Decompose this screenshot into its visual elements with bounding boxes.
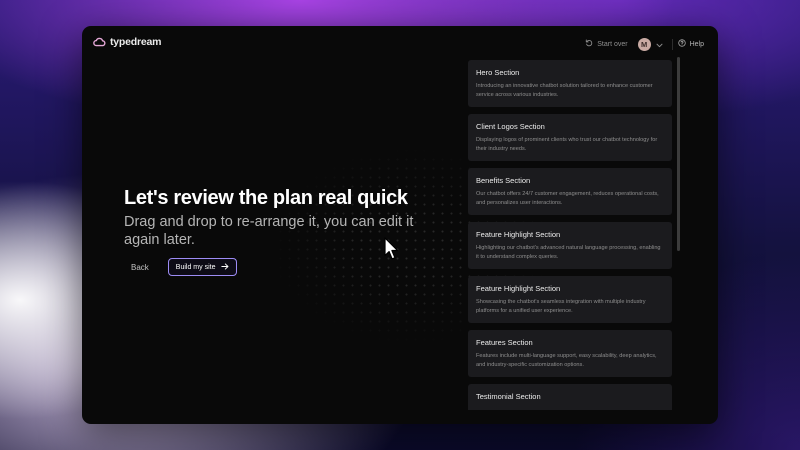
section-card-description: Displaying logos of prominent clients wh… [476, 137, 658, 152]
rotate-ccw-icon [585, 39, 593, 49]
start-over-label: Start over [597, 40, 628, 48]
section-card-title: Feature Highlight Section [476, 284, 561, 293]
page-title: Let's review the plan real quick [124, 187, 408, 209]
section-card-title: Feature Highlight Section [476, 230, 561, 239]
top-bar-actions: Start over M Help [585, 36, 704, 52]
section-card-title: Benefits Section [476, 176, 531, 185]
arrow-right-icon [221, 262, 229, 272]
section-card-title: Client Logos Section [476, 122, 545, 131]
section-card[interactable]: Testimonial Section [468, 384, 672, 410]
back-button[interactable]: Back [131, 263, 149, 272]
section-card[interactable]: Feature Highlight Section Showcasing the… [468, 276, 672, 323]
section-card-description: Our chatbot offers 24/7 customer engagem… [476, 191, 659, 206]
section-card-description: Highlighting our chatbot's advanced natu… [476, 245, 661, 260]
section-card-description: Features include multi-language support,… [476, 353, 657, 368]
section-card[interactable]: Benefits Section Our chatbot offers 24/7… [468, 168, 672, 215]
brand-name: typedream [110, 36, 162, 48]
page-subtitle: Drag and drop to re-arrange it, you can … [124, 214, 414, 248]
section-card-description: Showcasing the chatbot's seamless integr… [476, 299, 646, 314]
section-card-title: Hero Section [476, 68, 520, 77]
account-menu[interactable]: M [637, 35, 663, 53]
build-my-site-button[interactable]: Build my site [167, 258, 238, 276]
avatar: M [637, 37, 651, 51]
section-card-title: Features Section [476, 338, 533, 347]
section-card[interactable]: Features Section Features include multi-… [468, 330, 672, 377]
app-window: typedream Start over M Help Let's review… [82, 26, 718, 424]
help-circle-icon [677, 39, 686, 49]
brand-logo[interactable]: typedream [93, 36, 162, 48]
start-over-button[interactable]: Start over [585, 39, 628, 49]
chevron-down-icon [656, 35, 663, 53]
build-my-site-label: Build my site [175, 263, 216, 271]
help-label: Help [689, 40, 704, 48]
header-divider [671, 38, 673, 50]
cloud-logo-icon [93, 37, 106, 47]
section-list-scrollbar[interactable] [677, 57, 680, 251]
section-card-title: Testimonial Section [476, 392, 541, 401]
help-button[interactable]: Help [677, 39, 704, 49]
section-list: Hero Section Introducing an innovative c… [468, 60, 672, 410]
section-card[interactable]: Feature Highlight Section Highlighting o… [468, 222, 672, 269]
section-card-description: Introducing an innovative chatbot soluti… [476, 83, 653, 98]
section-card[interactable]: Client Logos Section Displaying logos of… [468, 114, 672, 161]
mouse-pointer-icon [384, 237, 399, 266]
section-card[interactable]: Hero Section Introducing an innovative c… [468, 60, 672, 107]
